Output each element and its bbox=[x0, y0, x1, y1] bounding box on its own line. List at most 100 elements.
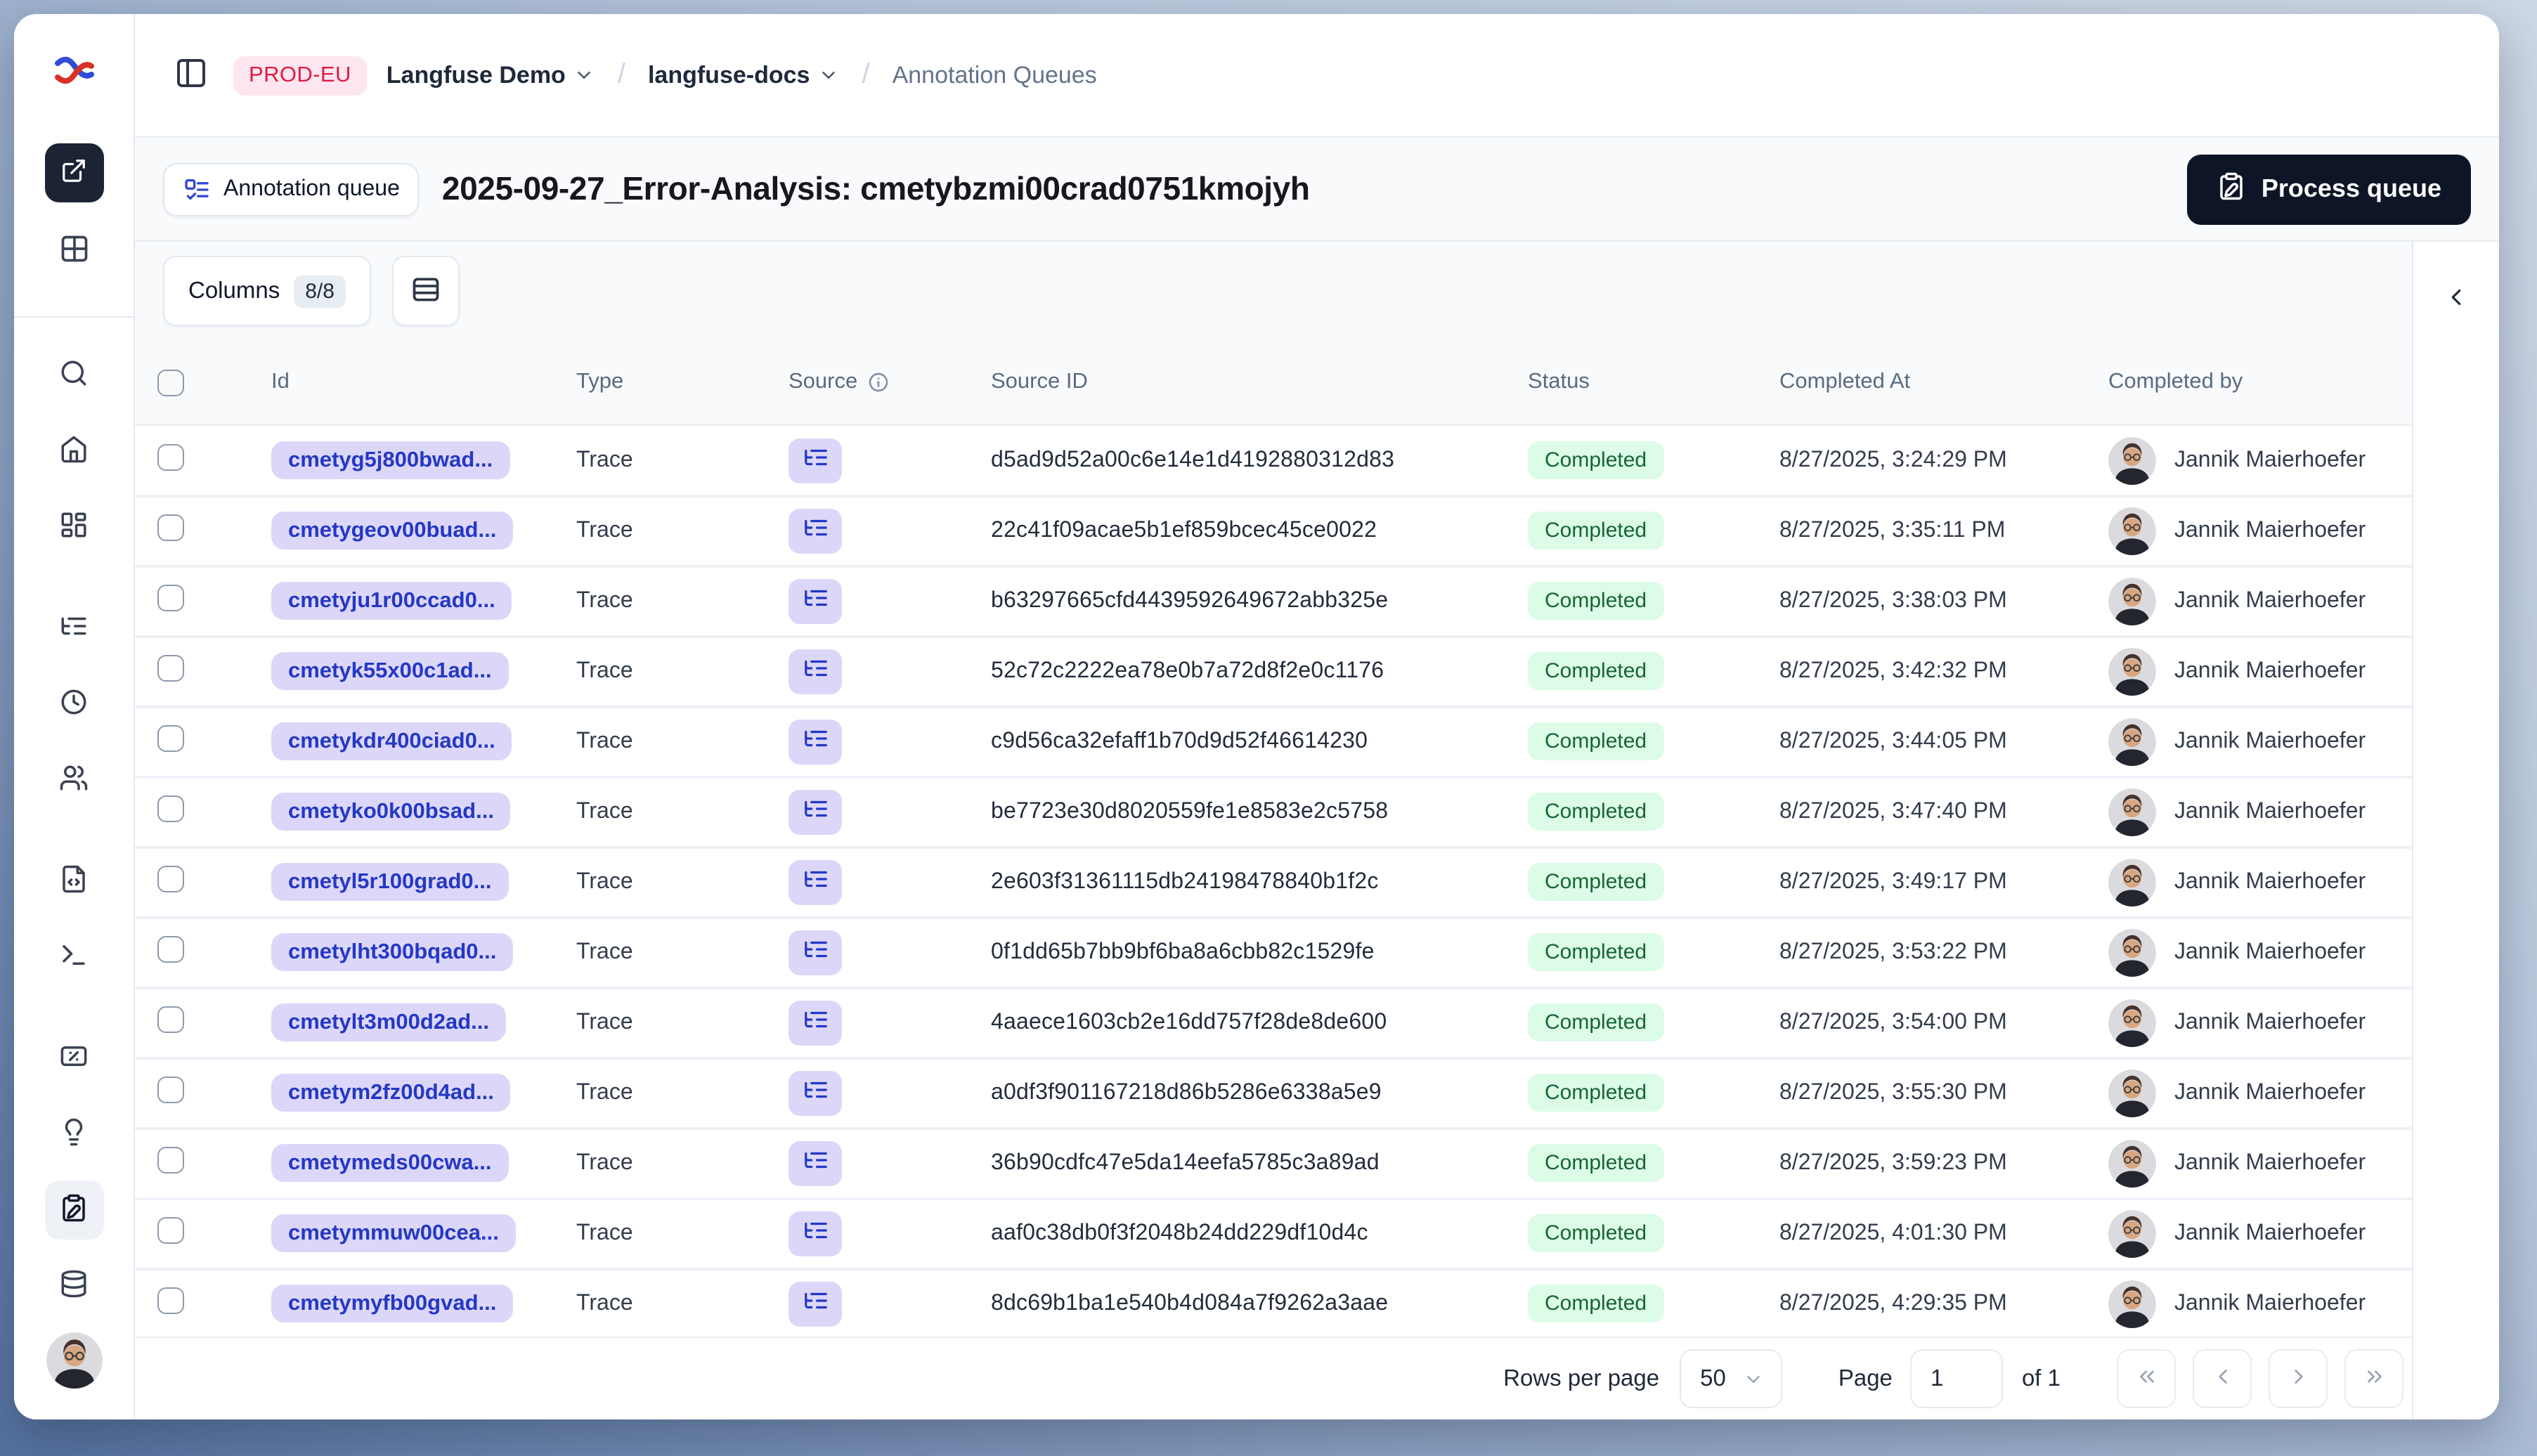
langfuse-logo[interactable] bbox=[53, 53, 95, 87]
process-queue-button[interactable]: Process queue bbox=[2186, 154, 2471, 224]
table-row[interactable]: cmetylt3m00d2ad... Trace 4aaece1603cb2e1… bbox=[135, 987, 2412, 1057]
column-header-completed-by[interactable]: Completed by bbox=[2108, 370, 2412, 395]
sidebar-item-clipboard-pen[interactable] bbox=[44, 1181, 103, 1240]
table-row[interactable]: cmetykdr400ciad0... Trace c9d56ca32efaff… bbox=[135, 706, 2412, 776]
table-row[interactable]: cmetygeov00buad... Trace 22c41f09acae5b1… bbox=[135, 495, 2412, 565]
row-checkbox[interactable] bbox=[157, 443, 184, 470]
item-id-link[interactable]: cmetylht300bqad0... bbox=[271, 933, 514, 971]
item-type: Trace bbox=[576, 729, 633, 753]
breadcrumb-section[interactable]: Annotation Queues bbox=[893, 61, 1097, 89]
page-number-input[interactable]: 1 bbox=[1910, 1349, 2004, 1408]
item-id-link[interactable]: cmetymmuw00cea... bbox=[271, 1214, 516, 1252]
sidebar-item-percent-card[interactable] bbox=[44, 1029, 103, 1088]
sidebar-item-database[interactable] bbox=[44, 1256, 103, 1315]
source-trace-button[interactable] bbox=[789, 1282, 842, 1327]
table-row[interactable]: cmetym2fz00d4ad... Trace a0df3f901167218… bbox=[135, 1057, 2412, 1127]
source-trace-button[interactable] bbox=[789, 509, 842, 554]
table-row[interactable]: cmetyk55x00c1ad... Trace 52c72c2222ea78e… bbox=[135, 635, 2412, 706]
source-trace-button[interactable] bbox=[789, 790, 842, 835]
row-checkbox[interactable] bbox=[157, 936, 184, 963]
item-id-link[interactable]: cmetylt3m00d2ad... bbox=[271, 1003, 507, 1041]
source-trace-button[interactable] bbox=[789, 579, 842, 624]
rows-per-page-select[interactable]: 50 bbox=[1679, 1349, 1782, 1408]
column-header-completed-at[interactable]: Completed At bbox=[1779, 370, 2108, 395]
table-row[interactable]: cmetyko0k00bsad... Trace be7723e30d80205… bbox=[135, 776, 2412, 846]
source-trace-button[interactable] bbox=[789, 930, 842, 975]
row-checkbox[interactable] bbox=[157, 514, 184, 541]
row-checkbox[interactable] bbox=[157, 1006, 184, 1033]
row-checkbox[interactable] bbox=[157, 1147, 184, 1174]
column-header-source-id[interactable]: Source ID bbox=[991, 370, 1528, 395]
breadcrumb-organization[interactable]: Langfuse Demo bbox=[387, 61, 595, 89]
completed-by-name: Jannik Maierhoefer bbox=[2174, 1221, 2366, 1245]
sidebar-item-trace-tree[interactable] bbox=[44, 599, 103, 658]
sidebar-item-users[interactable] bbox=[44, 750, 103, 810]
sidebar-item-lightbulb[interactable] bbox=[44, 1105, 103, 1164]
columns-button[interactable]: Columns 8/8 bbox=[163, 256, 371, 326]
chevron-right-icon bbox=[2286, 1365, 2310, 1393]
table-row[interactable]: cmetymyfb00gvad... Trace 8dc69b1ba1e540b… bbox=[135, 1268, 2412, 1337]
column-header-id[interactable]: Id bbox=[271, 370, 576, 395]
file-code-icon bbox=[59, 864, 89, 898]
next-page-button[interactable] bbox=[2269, 1349, 2328, 1408]
source-trace-button[interactable] bbox=[789, 1141, 842, 1186]
row-checkbox[interactable] bbox=[157, 725, 184, 752]
source-trace-button[interactable] bbox=[789, 860, 842, 905]
source-trace-button[interactable] bbox=[789, 720, 842, 765]
item-id-link[interactable]: cmetyg5j800bwad... bbox=[271, 441, 510, 479]
item-id-link[interactable]: cmetymeds00cwa... bbox=[271, 1144, 509, 1182]
previous-page-button[interactable] bbox=[2193, 1349, 2252, 1408]
item-type: Trace bbox=[576, 1221, 633, 1245]
sidebar-item-clock[interactable] bbox=[44, 675, 103, 734]
source-trace-button[interactable] bbox=[789, 649, 842, 694]
table-row[interactable]: cmetyl5r100grad0... Trace 2e603f31361115… bbox=[135, 846, 2412, 916]
row-checkbox[interactable] bbox=[157, 1217, 184, 1244]
item-id-link[interactable]: cmetyk55x00c1ad... bbox=[271, 652, 509, 690]
row-checkbox[interactable] bbox=[157, 795, 184, 822]
last-page-button[interactable] bbox=[2344, 1349, 2403, 1408]
table-row[interactable]: cmetyju1r00ccad0... Trace b63297665cfd44… bbox=[135, 565, 2412, 635]
item-id-link[interactable]: cmetyl5r100grad0... bbox=[271, 863, 509, 901]
sidebar-item-home[interactable] bbox=[44, 422, 103, 481]
sidebar-item-terminal[interactable] bbox=[44, 928, 103, 987]
breadcrumb-project[interactable]: langfuse-docs bbox=[648, 61, 840, 89]
sidebar-toggle-button[interactable] bbox=[169, 51, 214, 100]
completed-by: Jannik Maierhoefer bbox=[2108, 1280, 2412, 1328]
row-checkbox[interactable] bbox=[157, 585, 184, 611]
source-trace-button[interactable] bbox=[789, 1071, 842, 1116]
sidebar-item-file-code[interactable] bbox=[44, 852, 103, 911]
sidebar-item-search[interactable] bbox=[44, 346, 103, 405]
item-id-link[interactable]: cmetykdr400ciad0... bbox=[271, 722, 512, 760]
select-all-checkbox[interactable] bbox=[157, 369, 184, 396]
sidebar-item-open-in-new[interactable] bbox=[44, 143, 103, 202]
info-icon[interactable] bbox=[867, 371, 890, 394]
item-id-link[interactable]: cmetym2fz00d4ad... bbox=[271, 1074, 511, 1112]
queue-type-badge: Annotation queue bbox=[163, 162, 420, 216]
sidebar-item-table-view[interactable] bbox=[44, 221, 103, 280]
table-row[interactable]: cmetymmuw00cea... Trace aaf0c38db0f3f204… bbox=[135, 1197, 2412, 1268]
column-header-status[interactable]: Status bbox=[1528, 370, 1779, 395]
completed-at: 8/27/2025, 3:42:32 PM bbox=[1779, 659, 2007, 683]
source-trace-button[interactable] bbox=[789, 438, 842, 483]
table-row[interactable]: cmetymeds00cwa... Trace 36b90cdfc47e5da1… bbox=[135, 1127, 2412, 1197]
trace-tree-icon bbox=[802, 443, 829, 477]
collapse-panel-button[interactable] bbox=[2429, 273, 2483, 326]
row-height-button[interactable] bbox=[391, 256, 460, 326]
first-page-button[interactable] bbox=[2117, 1349, 2176, 1408]
table-row[interactable]: cmetyg5j800bwad... Trace d5ad9d52a00c6e1… bbox=[135, 424, 2412, 495]
row-checkbox[interactable] bbox=[157, 866, 184, 892]
item-id-link[interactable]: cmetygeov00buad... bbox=[271, 512, 514, 550]
item-id-link[interactable]: cmetymyfb00gvad... bbox=[271, 1285, 514, 1322]
column-header-source[interactable]: Source bbox=[789, 370, 991, 395]
item-id-link[interactable]: cmetyko0k00bsad... bbox=[271, 793, 511, 831]
source-trace-button[interactable] bbox=[789, 1211, 842, 1256]
row-checkbox[interactable] bbox=[157, 1287, 184, 1314]
sidebar-item-dashboard[interactable] bbox=[44, 498, 103, 557]
column-header-type[interactable]: Type bbox=[576, 370, 789, 395]
source-trace-button[interactable] bbox=[789, 1001, 842, 1046]
row-checkbox[interactable] bbox=[157, 1077, 184, 1103]
table-row[interactable]: cmetylht300bqad0... Trace 0f1dd65b7bb9bf… bbox=[135, 916, 2412, 987]
item-id-link[interactable]: cmetyju1r00ccad0... bbox=[271, 582, 512, 620]
row-checkbox[interactable] bbox=[157, 655, 184, 682]
user-avatar[interactable] bbox=[46, 1332, 102, 1389]
